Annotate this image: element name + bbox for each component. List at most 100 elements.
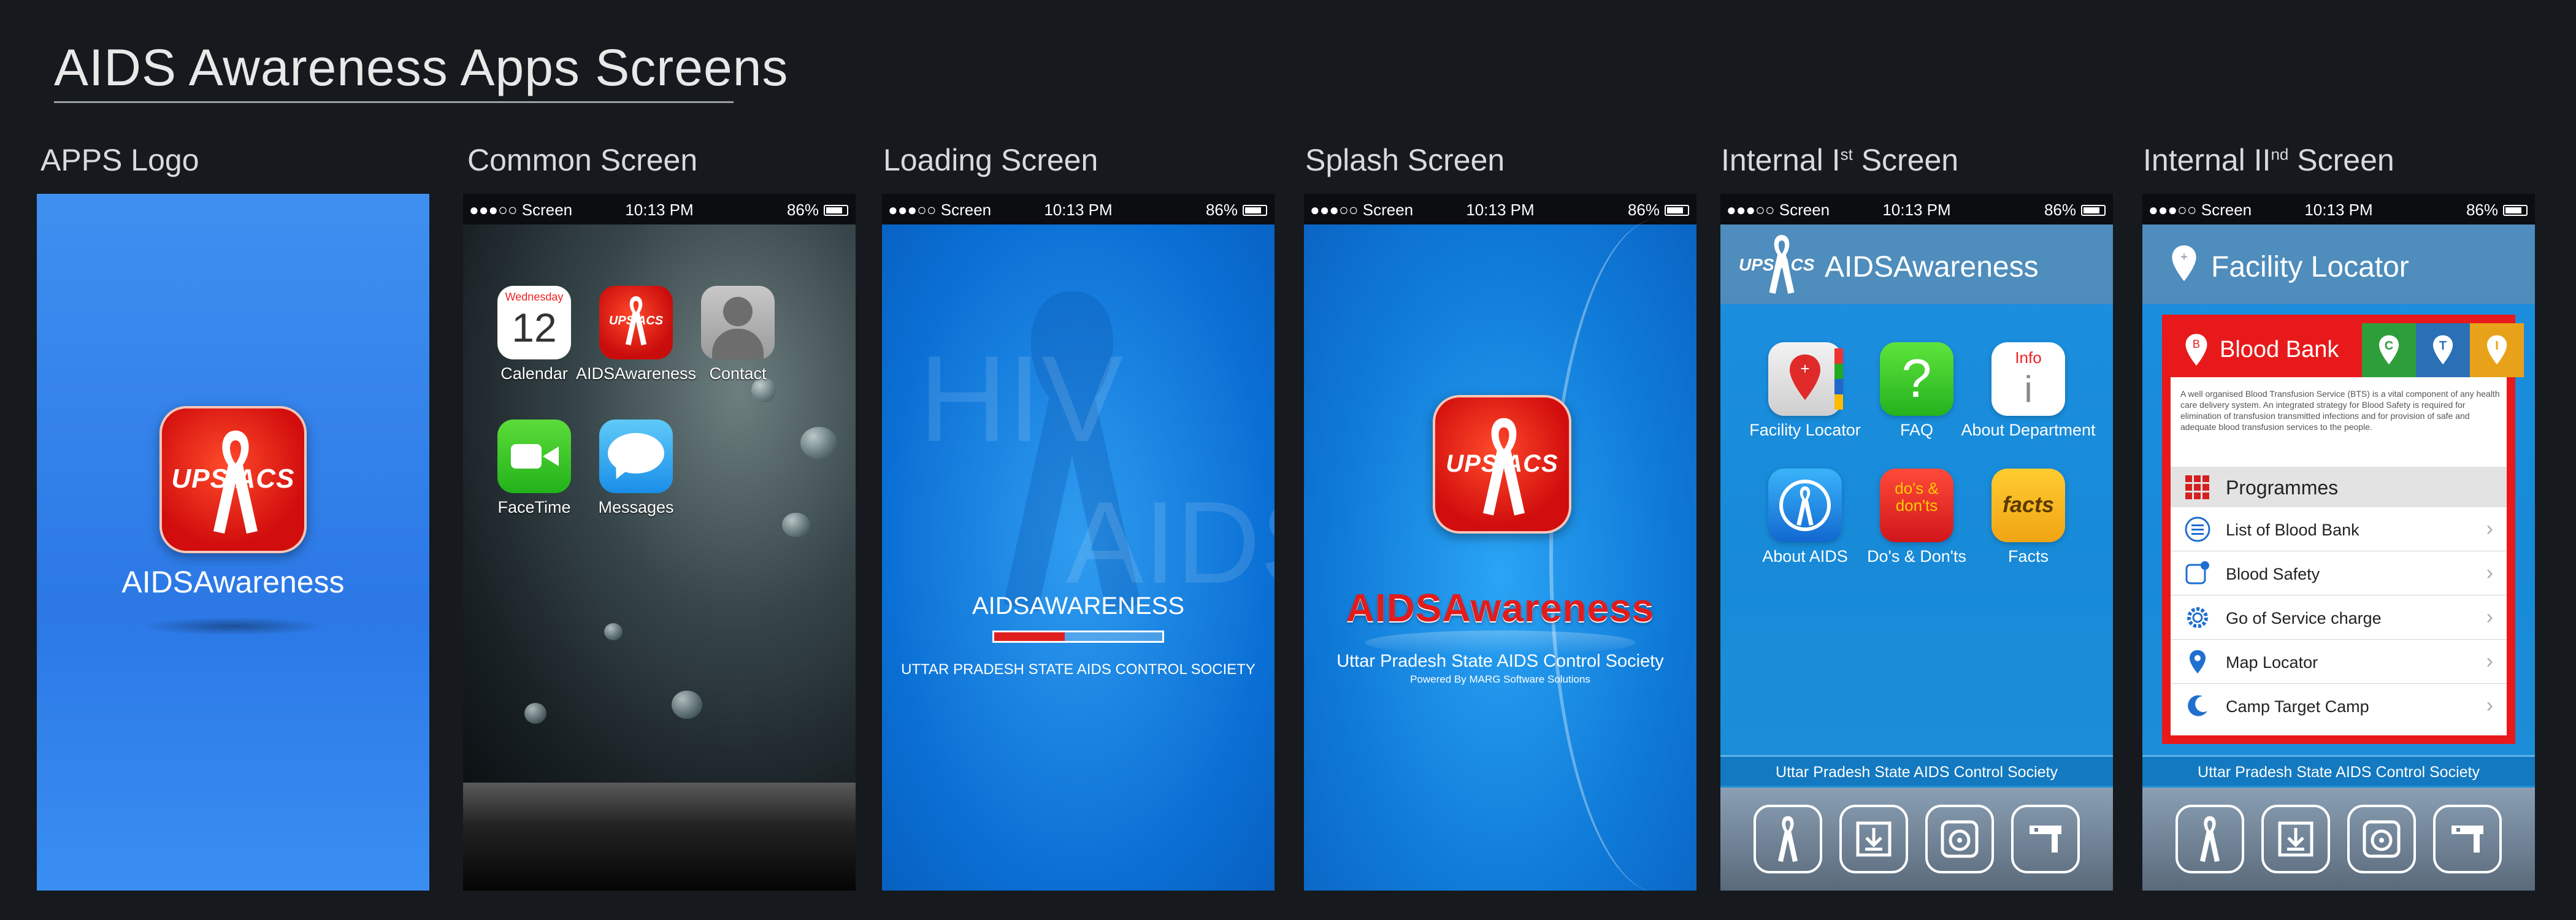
status-bar: ●●●○○ Screen 10:13 PM 86%	[1720, 194, 2113, 224]
menu-label: Camp Target Camp	[2226, 697, 2369, 716]
status-bar: ●●●○○ Screen 10:13 PM 86%	[2142, 194, 2535, 224]
menu-item-service-charge[interactable]: Go of Service charge ›	[2171, 596, 2507, 640]
menu-item-blood-safety[interactable]: Blood Safety ›	[2171, 551, 2507, 596]
splash-logo: UPS ACS	[1433, 395, 1571, 534]
svg-text:+: +	[1800, 359, 1809, 378]
calendar-icon: Wednesday 12	[497, 286, 571, 359]
battery-status: 86%	[2466, 201, 2528, 220]
chevron-right-icon: ›	[2486, 517, 2493, 540]
tab-t[interactable]: T	[2416, 323, 2470, 377]
map-pin-icon: +	[2172, 245, 2196, 282]
toolbar-wheel-button[interactable]	[2347, 805, 2416, 873]
page-title: AIDS Awareness Apps Screens	[54, 39, 789, 96]
water-drop	[524, 703, 546, 724]
toolbar-ribbon-button[interactable]	[1754, 805, 1822, 873]
icon-label: Facts	[2007, 547, 2049, 565]
wheelchair-icon	[2363, 820, 2401, 858]
loading-brand: AIDSAWARENESS	[972, 592, 1184, 619]
app-label: Contact	[709, 364, 767, 383]
app-header: UPS ACS AIDSAwareness	[1720, 224, 2113, 304]
svg-text:+: +	[2180, 250, 2188, 264]
logo-text: UPS ACS	[1446, 450, 1558, 477]
aidsawareness-icon: UPS ACS	[599, 286, 673, 359]
facetime-app[interactable]: FaceTime	[497, 420, 571, 517]
app-name: AIDSAwareness	[121, 565, 345, 599]
tab-c[interactable]: C	[2362, 323, 2416, 377]
battery-icon	[1243, 204, 1267, 216]
app-header: + Facility Locator	[2142, 224, 2535, 304]
app-logo[interactable]: UPS ACS	[159, 406, 307, 553]
footer-org: Uttar Pradesh State AIDS Control Society	[2142, 755, 2535, 786]
facts-button[interactable]: facts Facts	[1973, 469, 2083, 566]
battery-icon	[824, 204, 848, 216]
app-label: Messages	[598, 498, 674, 516]
powered-by: Powered By MARG Software Solutions	[1410, 673, 1590, 685]
menu-label: Go of Service charge	[2226, 609, 2382, 627]
programmes-label: Programmes	[2226, 477, 2339, 499]
menu-label: Map Locator	[2226, 653, 2318, 672]
grid-icon	[2185, 475, 2209, 499]
ribbon-icon	[2200, 816, 2220, 862]
map-pin-icon: B	[2185, 334, 2207, 366]
screen-internal-2: ●●●○○ Screen 10:13 PM 86% + Facility Loc…	[2142, 194, 2535, 891]
blood-bank-header: B Blood Bank C T I	[2171, 323, 2524, 377]
logo-text: UPS ACS	[171, 464, 295, 494]
tab-i[interactable]: I	[2470, 323, 2524, 377]
svg-text:B: B	[2193, 338, 2200, 350]
water-drop	[800, 427, 837, 459]
background-hiv-text: HIV	[919, 331, 1124, 467]
blood-bank-title: Blood Bank	[2220, 337, 2339, 362]
menu-item-map-locator[interactable]: Map Locator ›	[2171, 640, 2507, 684]
contact-app[interactable]: Contact	[701, 286, 775, 383]
toolbar-download-button[interactable]	[2261, 805, 2330, 873]
about-department-button[interactable]: Info i About Department	[1961, 342, 2096, 440]
moon-icon	[2188, 695, 2207, 716]
battery-status: 86%	[2044, 201, 2106, 220]
water-drop	[604, 623, 623, 640]
download-icon	[1856, 821, 1892, 857]
chevron-right-icon: ›	[2486, 694, 2493, 717]
ribbon-circle-icon	[1768, 469, 1842, 542]
label-common-screen: Common Screen	[467, 143, 698, 177]
calendar-app[interactable]: Wednesday 12 Calendar	[497, 286, 571, 383]
map-pin-icon: +	[1768, 342, 1843, 416]
toolbar-ribbon-button[interactable]	[2175, 805, 2244, 873]
download-icon	[2278, 821, 2313, 857]
loading-progress-bar	[992, 631, 1164, 643]
status-bar: ●●●○○ Screen 10:13 PM 86%	[1304, 194, 1696, 224]
chevron-right-icon: ›	[2486, 605, 2493, 629]
menu-label: List of Blood Bank	[2226, 521, 2359, 539]
toolbar-download-button[interactable]	[1839, 805, 1908, 873]
list-icon	[2185, 516, 2210, 542]
battery-icon	[1665, 204, 1689, 216]
battery-icon	[2503, 204, 2528, 216]
battery-status: 86%	[1628, 201, 1689, 220]
toolbar-wheel-button[interactable]	[1925, 805, 1994, 873]
menu-item-list-of-blood-bank[interactable]: List of Blood Bank ›	[2171, 507, 2507, 551]
footer-org: Uttar Pradesh State AIDS Control Society	[1720, 755, 2113, 786]
label-splash-screen: Splash Screen	[1305, 143, 1505, 177]
status-bar: ●●●○○ Screen 10:13 PM 86%	[882, 194, 1275, 224]
label-apps-logo: APPS Logo	[40, 143, 199, 177]
blood-bank-description: A well organised Blood Transfusion Servi…	[2180, 389, 2500, 432]
messages-icon	[599, 420, 673, 493]
facetime-icon	[497, 420, 571, 493]
screen-internal-1: ●●●○○ Screen 10:13 PM 86% UPS ACS AIDSAw…	[1720, 194, 2113, 891]
menu-item-camp-target[interactable]: Camp Target Camp ›	[2171, 684, 2507, 728]
gear-icon	[2187, 607, 2208, 628]
chevron-right-icon: ›	[2486, 650, 2493, 673]
chevron-right-icon: ›	[2486, 561, 2493, 585]
status-bar: ●●●○○ Screen 10:13 PM 86%	[463, 194, 856, 224]
toolbar-tap-button[interactable]	[2011, 805, 2080, 873]
screen-common: ●●●○○ Screen 10:13 PM 86% Wednesday 12 C…	[463, 194, 856, 891]
toolbar-tap-button[interactable]	[2433, 805, 2502, 873]
bottom-toolbar	[2142, 788, 2535, 891]
dos-donts-icon: do's & don'ts	[1880, 469, 1953, 542]
messages-app[interactable]: Messages	[598, 420, 674, 517]
wheelchair-icon	[1941, 820, 1979, 858]
aidsawareness-app[interactable]: UPS ACS AIDSAwareness	[576, 286, 696, 383]
light-swoosh	[1549, 218, 1696, 891]
location-pin-icon	[2190, 650, 2206, 673]
question-icon: ?	[1880, 342, 1953, 416]
battery-icon	[2081, 204, 2106, 216]
